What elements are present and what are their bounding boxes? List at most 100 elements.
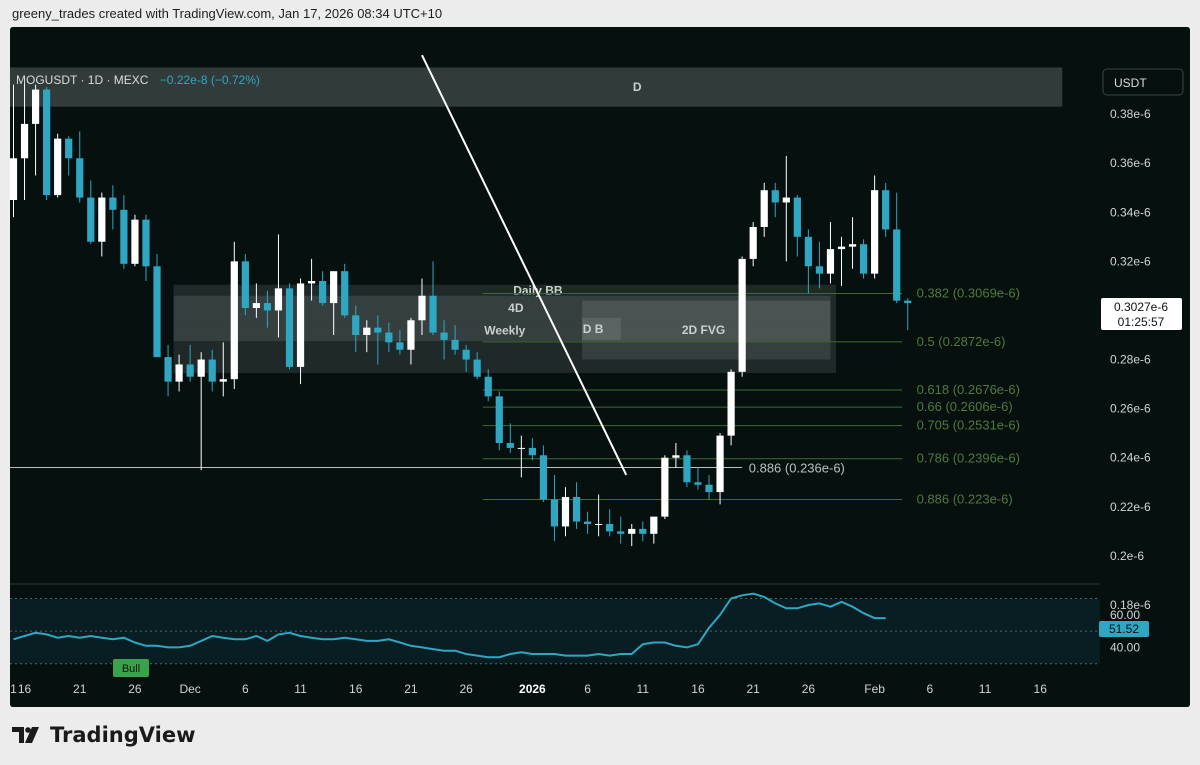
candle-body [285, 288, 294, 367]
price-tick: 0.32e-6 [1110, 254, 1151, 268]
time-tick: 6 [584, 682, 591, 696]
oscillator-value-badge: 51.52 [1099, 621, 1149, 637]
candle-body [539, 455, 548, 500]
candle-body [363, 327, 371, 335]
fib-label: 0.5 (0.2872e-6) [917, 334, 1006, 349]
candle-body [341, 271, 349, 316]
candle-body [241, 261, 249, 308]
candle-body [142, 219, 150, 267]
price-tick: 0.2e-6 [1110, 549, 1144, 563]
currency-label: USDT [1114, 76, 1147, 90]
zone-label: 4D [508, 301, 524, 315]
time-tick: 16 [18, 682, 32, 696]
time-tick: 16 [691, 682, 705, 696]
candle-body [252, 303, 260, 308]
candle-body [550, 499, 559, 527]
candle-body [848, 244, 857, 247]
candle-body [418, 295, 426, 321]
time-tick: 11 [637, 682, 650, 696]
candle-body [606, 524, 614, 532]
candle-body [793, 197, 801, 237]
candle-body [153, 266, 161, 358]
candle-body [826, 249, 835, 274]
fib-label: 0.382 (0.3069e-6) [917, 286, 1020, 301]
chart-canvas[interactable]: DDaily BB4DWeekly D B 2D FVG 0.382 (0.3069… [10, 27, 1190, 707]
time-tick: 6 [242, 682, 249, 696]
candle-body [760, 190, 768, 227]
candle-body [495, 396, 503, 443]
candle-body [440, 332, 448, 340]
candle-body [528, 447, 536, 456]
time-tick: 6 [926, 682, 933, 696]
candle-body [650, 516, 658, 534]
candle-body [628, 528, 636, 534]
candle-body [595, 524, 603, 525]
candle-body [10, 158, 18, 200]
time-tick: 21 [404, 682, 418, 696]
candle-body [517, 447, 525, 449]
price-tick: 0.38e-6 [1110, 107, 1151, 121]
candle-body [572, 497, 581, 522]
candle-body [396, 342, 404, 350]
time-tick: 1 [10, 682, 17, 696]
candle-body [208, 359, 216, 382]
candle-body [617, 531, 625, 534]
candle-body [120, 209, 128, 264]
chart-frame[interactable]: D Daily BB 4D Weekly D B 2D FVG 0.382 (0.3069… [10, 27, 1190, 707]
candle-body [197, 359, 205, 377]
candle-body [219, 379, 227, 382]
price-tick: 0.26e-6 [1110, 402, 1151, 416]
last-price-badge: 0.3027e-6 01:25:57 [1101, 298, 1182, 330]
fib-label: 0.886 (0.223e-6) [917, 491, 1013, 506]
candle-body [31, 89, 40, 124]
candle-body [705, 484, 713, 493]
currency-button[interactable]: USDT [1102, 68, 1184, 96]
candle-body [771, 190, 779, 203]
candle-body [175, 364, 183, 382]
time-tick: 11 [294, 682, 307, 696]
time-tick: 26 [459, 682, 473, 696]
candle-body [451, 339, 459, 350]
chart-attribution: greeny_trades created with TradingView.c… [12, 6, 443, 21]
tradingview-brand[interactable]: TradingView [12, 718, 195, 752]
price-change: −0.22e-8 (−0.72%) [160, 73, 260, 87]
time-tick: 26 [128, 682, 142, 696]
candle-body [683, 455, 691, 483]
candle-body [307, 281, 316, 284]
candle-body [859, 244, 868, 274]
zone-label: 2D FVG [682, 323, 725, 337]
tradingview-logo-icon [12, 727, 39, 743]
symbol-title[interactable]: MOGUSDT · 1D · MEXC [16, 73, 149, 87]
candle-body [76, 158, 84, 198]
candle-body [694, 482, 702, 485]
time-tick: 26 [802, 682, 816, 696]
fib-label: 0.705 (0.2531e-6) [917, 418, 1020, 433]
candle-body [639, 528, 647, 534]
time-tick: 16 [349, 682, 363, 696]
brand-name: TradingView [50, 723, 196, 747]
price-tick: 0.36e-6 [1110, 156, 1151, 170]
candle-body [904, 300, 912, 304]
candle-body [484, 376, 492, 397]
candle-body [727, 371, 735, 436]
time-tick: Feb [864, 682, 885, 696]
price-tick: 0.34e-6 [1110, 205, 1151, 219]
time-tick: Dec [179, 682, 200, 696]
oscillator-layer: 60.0040.00 [10, 592, 1140, 665]
candle-body [296, 283, 305, 367]
candle-body [186, 364, 194, 377]
candle-body [661, 457, 669, 517]
candle-body [65, 138, 73, 159]
candle-body [561, 497, 570, 527]
candle-body [109, 197, 117, 210]
time-tick: 21 [747, 682, 761, 696]
candle-body [330, 271, 338, 304]
price-tick: 0.24e-6 [1110, 451, 1151, 465]
candle-body [837, 246, 846, 250]
candle-body [804, 236, 812, 267]
candle-body [230, 261, 238, 380]
zone-label: D [633, 80, 642, 94]
candle-body [506, 443, 514, 448]
candle-body [672, 455, 680, 458]
candle-body [319, 281, 327, 304]
